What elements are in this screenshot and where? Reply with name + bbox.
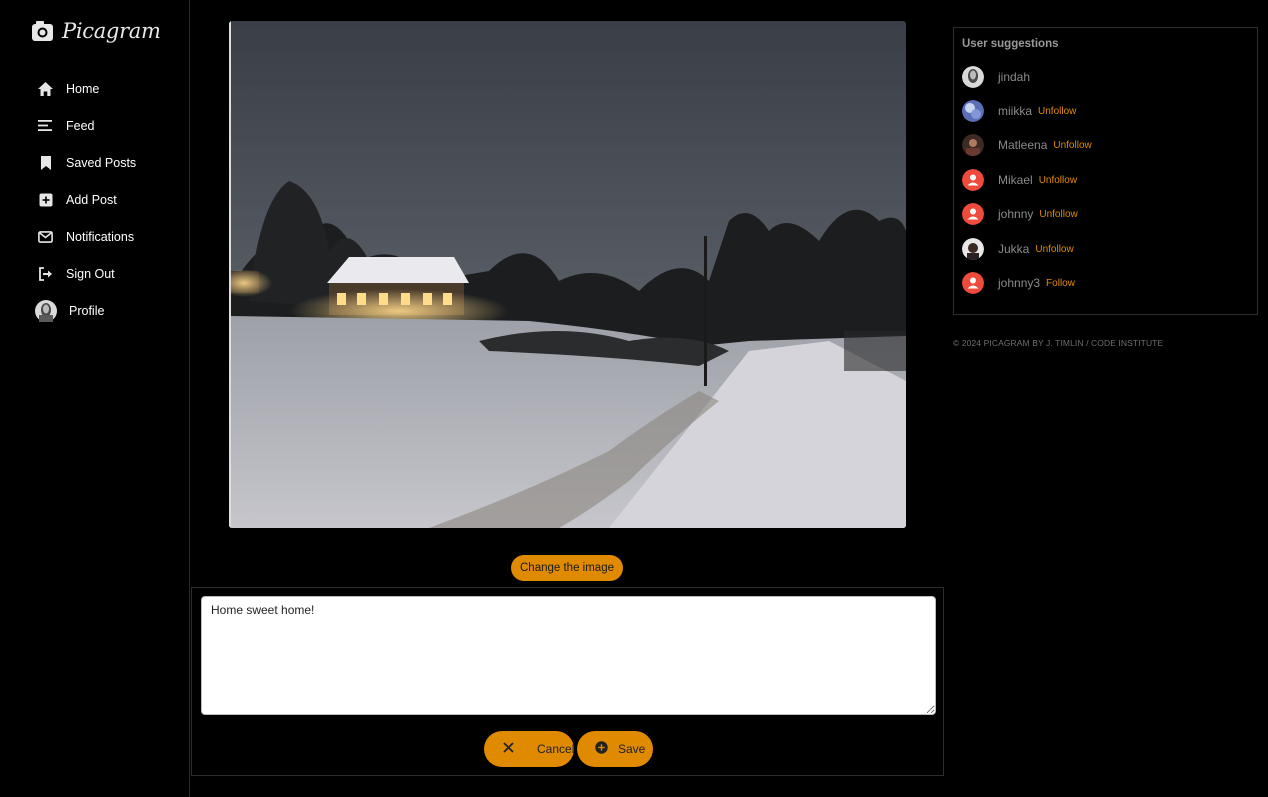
main-nav: Home Feed Saved Posts Add Post Notificat… <box>35 70 136 329</box>
username[interactable]: miikka <box>998 104 1032 118</box>
avatar[interactable] <box>962 66 984 88</box>
suggested-user[interactable]: johnny Unfollow <box>962 202 1078 226</box>
unfollow-button[interactable]: Unfollow <box>1053 140 1091 151</box>
brand-name: Picagram <box>62 19 161 43</box>
unfollow-button[interactable]: Unfollow <box>1038 106 1076 117</box>
suggestions-title: User suggestions <box>962 38 1059 50</box>
change-image-button[interactable]: Change the image <box>511 555 623 581</box>
username[interactable]: Matleena <box>998 138 1047 152</box>
avatar-icon <box>35 299 57 322</box>
user-suggestions-panel: User suggestions jindah miikka Unfollow … <box>953 27 1258 315</box>
brand-logo[interactable]: Picagram <box>31 14 161 48</box>
nav-add-post[interactable]: Add Post <box>37 181 136 218</box>
nav-notifications-label: Notifications <box>66 229 135 244</box>
nav-home-label: Home <box>66 81 100 96</box>
suggested-user[interactable]: miikka Unfollow <box>962 99 1076 123</box>
nav-feed[interactable]: Feed <box>37 107 136 144</box>
nav-profile-label: Profile <box>69 303 105 318</box>
camera-icon <box>31 20 54 42</box>
home-icon <box>37 80 54 97</box>
nav-home[interactable]: Home <box>37 70 136 107</box>
suggested-user[interactable]: johnny3 Follow <box>962 271 1075 295</box>
sidebar: Picagram Home Feed Saved Posts Add Post <box>0 0 190 797</box>
edit-post-area: Change the image Home sweet home! Cancel… <box>191 0 944 797</box>
avatar[interactable] <box>962 272 984 294</box>
close-icon <box>503 742 514 756</box>
suggested-user[interactable]: Mikael Unfollow <box>962 168 1077 192</box>
post-image <box>229 21 906 528</box>
envelope-icon <box>37 228 54 245</box>
avatar[interactable] <box>962 238 984 260</box>
plus-square-icon <box>37 191 54 208</box>
avatar[interactable] <box>962 134 984 156</box>
avatar[interactable] <box>962 169 984 191</box>
bookmark-icon <box>37 154 54 171</box>
username[interactable]: Jukka <box>998 242 1029 256</box>
feed-icon <box>37 117 54 134</box>
save-button[interactable]: Save <box>577 731 653 767</box>
avatar[interactable] <box>962 100 984 122</box>
follow-button[interactable]: Follow <box>1046 278 1075 289</box>
unfollow-button[interactable]: Unfollow <box>1039 209 1077 220</box>
suggested-user[interactable]: Matleena Unfollow <box>962 133 1092 157</box>
suggested-user[interactable]: jindah <box>962 65 1036 89</box>
suggested-user[interactable]: Jukka Unfollow <box>962 237 1074 261</box>
username[interactable]: johnny3 <box>998 276 1040 290</box>
username[interactable]: johnny <box>998 207 1033 221</box>
nav-notifications[interactable]: Notifications <box>37 218 136 255</box>
username[interactable]: jindah <box>998 70 1030 84</box>
form-actions: Cancel Save <box>484 731 653 767</box>
nav-sign-out[interactable]: Sign Out <box>37 255 136 292</box>
nav-feed-label: Feed <box>66 118 95 133</box>
sign-out-icon <box>37 265 54 282</box>
cancel-button[interactable]: Cancel <box>484 731 574 767</box>
nav-add-post-label: Add Post <box>66 192 117 207</box>
save-label: Save <box>618 742 646 756</box>
nav-saved-posts-label: Saved Posts <box>66 155 137 170</box>
nav-profile[interactable]: Profile <box>35 292 136 329</box>
post-edit-form: Home sweet home! Cancel Save <box>191 587 944 776</box>
post-content-textarea[interactable]: Home sweet home! <box>201 596 936 715</box>
footer-copyright: © 2024 PICAGRAM BY J. TIMLIN / CODE INST… <box>953 338 1164 348</box>
plus-circle-icon <box>595 741 608 757</box>
nav-saved-posts[interactable]: Saved Posts <box>37 144 136 181</box>
cancel-label: Cancel <box>537 742 575 756</box>
unfollow-button[interactable]: Unfollow <box>1039 175 1077 186</box>
avatar[interactable] <box>962 203 984 225</box>
username[interactable]: Mikael <box>998 173 1033 187</box>
unfollow-button[interactable]: Unfollow <box>1035 244 1073 255</box>
nav-sign-out-label: Sign Out <box>66 266 115 281</box>
